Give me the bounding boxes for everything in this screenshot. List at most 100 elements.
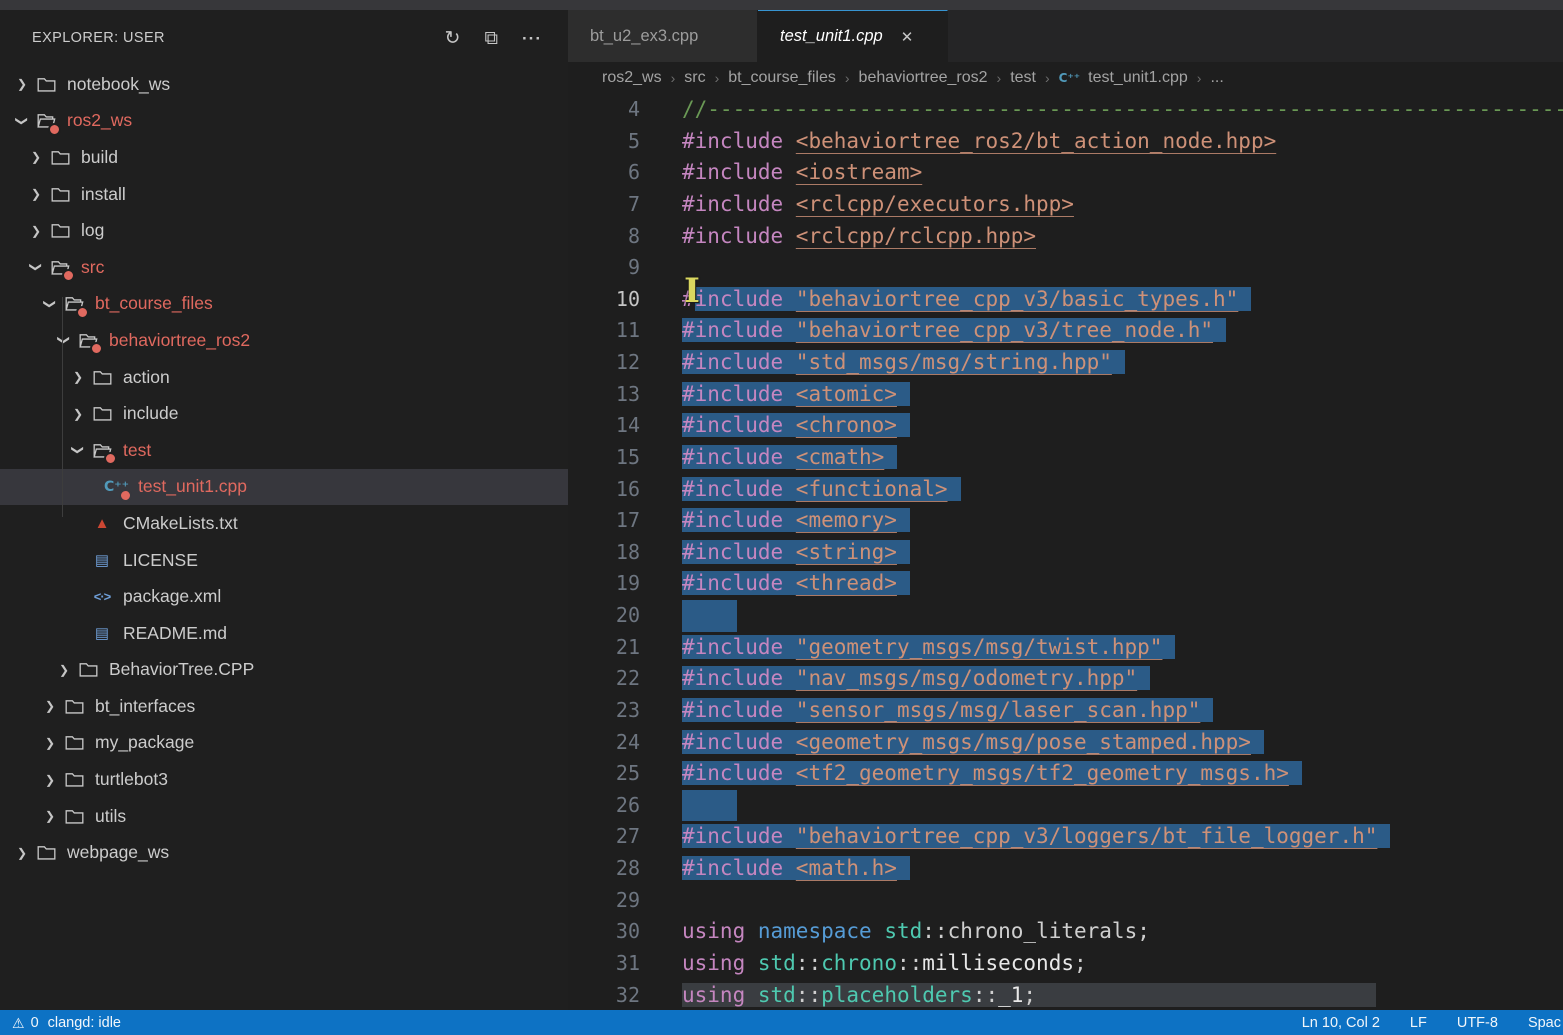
code-line-30[interactable]: 30using namespace std::chrono_literals; <box>568 916 1563 948</box>
status-item-lf[interactable]: LF <box>1410 1015 1427 1031</box>
code-line-9[interactable]: 9 <box>568 252 1563 284</box>
chevron-down-icon[interactable]: ❯ <box>71 442 85 458</box>
chevron-right-icon[interactable]: ❯ <box>42 773 58 787</box>
token: #include <box>682 192 796 216</box>
code-line-7[interactable]: 7#include <rclcpp/executors.hpp> <box>568 189 1563 221</box>
code-line-6[interactable]: 6#include <iostream> <box>568 157 1563 189</box>
chevron-right-icon[interactable]: ❯ <box>42 736 58 750</box>
code-line-26[interactable]: 26 <box>568 790 1563 822</box>
tree-item-action[interactable]: ❯action <box>0 359 568 396</box>
modified-badge <box>119 489 132 502</box>
code-text: #include "std_msgs/msg/string.hpp" <box>640 347 1125 379</box>
tree-item-include[interactable]: ❯include <box>0 395 568 432</box>
tree-item-notebook-ws[interactable]: ❯notebook_ws <box>0 66 568 103</box>
chevron-right-icon[interactable]: ❯ <box>14 846 30 860</box>
chevron-right-icon[interactable]: ❯ <box>56 663 72 677</box>
tree-item-test-unit1-cpp[interactable]: C⁺⁺test_unit1.cpp <box>0 469 568 506</box>
code-text: #include <memory> <box>640 505 910 537</box>
code-line-24[interactable]: 24#include <geometry_msgs/msg/pose_stamp… <box>568 727 1563 759</box>
breadcrumb-item-ros2-ws[interactable]: ros2_ws <box>602 69 662 87</box>
chevron-right-icon[interactable]: ❯ <box>42 699 58 713</box>
tab-test-unit1-cpp[interactable]: test_unit1.cpp✕ <box>758 10 948 62</box>
code-line-18[interactable]: 18#include <string> <box>568 537 1563 569</box>
refresh-icon[interactable]: ↻ <box>445 29 461 48</box>
code-line-15[interactable]: 15#include <cmath> <box>568 442 1563 474</box>
code-text: #include <behaviortree_ros2/bt_action_no… <box>640 126 1276 158</box>
tree-item-my-package[interactable]: ❯my_package <box>0 725 568 762</box>
code-line-31[interactable]: 31using std::chrono::milliseconds; <box>568 948 1563 980</box>
code-line-20[interactable]: 20 <box>568 600 1563 632</box>
ellipsis-icon[interactable]: ··· <box>522 30 542 47</box>
chevron-right-icon[interactable]: ❯ <box>28 224 44 238</box>
tree-item-package-xml[interactable]: <·>package.xml <box>0 578 568 615</box>
collapse-all-icon[interactable]: ⧉ <box>484 29 498 48</box>
code-line-27[interactable]: 27#include "behaviortree_cpp_v3/loggers/… <box>568 821 1563 853</box>
code-line-17[interactable]: 17#include <memory> <box>568 505 1563 537</box>
code-line-22[interactable]: 22#include "nav_msgs/msg/odometry.hpp" <box>568 663 1563 695</box>
chevron-right-icon[interactable]: ❯ <box>42 809 58 823</box>
breadcrumb-item--[interactable]: ... <box>1210 69 1223 87</box>
code-line-10[interactable]: 10#include "behaviortree_cpp_v3/basic_ty… <box>568 284 1563 316</box>
tree-item-readme-md[interactable]: ▤README.md <box>0 615 568 652</box>
code-lines[interactable]: 4//-------------------------------------… <box>568 94 1563 1010</box>
editor-group: bt_u2_ex3.cpptest_unit1.cpp✕ ros2_ws›src… <box>568 10 1563 1010</box>
status-item-ln-10-col-2[interactable]: Ln 10, Col 2 <box>1302 1015 1380 1031</box>
close-icon[interactable]: ✕ <box>901 28 914 46</box>
tree-item-webpage-ws[interactable]: ❯webpage_ws <box>0 834 568 871</box>
code-line-13[interactable]: 13#include <atomic> <box>568 379 1563 411</box>
code-line-28[interactable]: 28#include <math.h> <box>568 853 1563 885</box>
status-item-utf-8[interactable]: UTF-8 <box>1457 1015 1498 1031</box>
tree-item-install[interactable]: ❯install <box>0 176 568 213</box>
chevron-right-icon[interactable]: ❯ <box>70 370 86 384</box>
token <box>745 919 758 943</box>
code-line-29[interactable]: 29 <box>568 885 1563 917</box>
tree-item-ros2-ws[interactable]: ❯ros2_ws <box>0 103 568 140</box>
code-line-16[interactable]: 16#include <functional> <box>568 474 1563 506</box>
cpp-file-icon: C⁺⁺ <box>104 476 129 498</box>
tree-item-bt-interfaces[interactable]: ❯bt_interfaces <box>0 688 568 725</box>
status-item-spac[interactable]: Spac <box>1528 1015 1561 1031</box>
code-line-11[interactable]: 11#include "behaviortree_cpp_v3/tree_nod… <box>568 315 1563 347</box>
token: <thread> <box>796 571 897 595</box>
tree-item-bt-course-files[interactable]: ❯bt_course_files <box>0 286 568 323</box>
code-line-14[interactable]: 14#include <chrono> <box>568 410 1563 442</box>
tree-item-license[interactable]: ▤LICENSE <box>0 542 568 579</box>
tree-item-behaviortree-ros2[interactable]: ❯behaviortree_ros2 <box>0 322 568 359</box>
code-line-23[interactable]: 23#include "sensor_msgs/msg/laser_scan.h… <box>568 695 1563 727</box>
tree-item-test[interactable]: ❯test <box>0 432 568 469</box>
tree-item-build[interactable]: ❯build <box>0 139 568 176</box>
tab-bt-u2-ex3-cpp[interactable]: bt_u2_ex3.cpp <box>568 10 758 62</box>
breadcrumb-item-src[interactable]: src <box>684 69 705 87</box>
tree-item-behaviortree-cpp[interactable]: ❯BehaviorTree.CPP <box>0 652 568 689</box>
tree-item-utils[interactable]: ❯utils <box>0 798 568 835</box>
chevron-right-icon[interactable]: ❯ <box>28 150 44 164</box>
selection-highlight <box>682 790 737 822</box>
code-line-4[interactable]: 4//-------------------------------------… <box>568 94 1563 126</box>
chevron-right-icon[interactable]: ❯ <box>28 187 44 201</box>
tree-item-log[interactable]: ❯log <box>0 212 568 249</box>
chevron-down-icon[interactable]: ❯ <box>15 113 29 129</box>
code-line-5[interactable]: 5#include <behaviortree_ros2/bt_action_n… <box>568 126 1563 158</box>
tree-item-cmakelists-txt[interactable]: ▲CMakeLists.txt <box>0 505 568 542</box>
breadcrumb-item-bt-course-files[interactable]: bt_course_files <box>728 69 836 87</box>
selection-highlight: #include "nav_msgs/msg/odometry.hpp" <box>682 666 1150 690</box>
chevron-right-icon[interactable]: ❯ <box>14 77 30 91</box>
chevron-down-icon[interactable]: ❯ <box>57 332 71 348</box>
code-line-12[interactable]: 12#include "std_msgs/msg/string.hpp" <box>568 347 1563 379</box>
code-line-19[interactable]: 19#include <thread> <box>568 568 1563 600</box>
code-line-25[interactable]: 25#include <tf2_geometry_msgs/tf2_geomet… <box>568 758 1563 790</box>
status-item-0[interactable]: ⚠0 <box>12 1015 39 1031</box>
chevron-right-icon[interactable]: ❯ <box>70 407 86 421</box>
chevron-down-icon[interactable]: ❯ <box>29 259 43 275</box>
breadcrumb-item-test[interactable]: test <box>1010 69 1036 87</box>
chevron-down-icon[interactable]: ❯ <box>43 296 57 312</box>
status-item-clangd-idle[interactable]: clangd: idle <box>48 1015 121 1031</box>
tree-item-turtlebot3[interactable]: ❯turtlebot3 <box>0 761 568 798</box>
tree-item-src[interactable]: ❯src <box>0 249 568 286</box>
code-line-32[interactable]: 32using std::placeholders::_1; <box>568 980 1563 1011</box>
code-line-21[interactable]: 21#include "geometry_msgs/msg/twist.hpp" <box>568 632 1563 664</box>
code-line-8[interactable]: 8#include <rclcpp/rclcpp.hpp> <box>568 221 1563 253</box>
breadcrumb-item-behaviortree-ros2[interactable]: behaviortree_ros2 <box>859 69 988 87</box>
line-number: 5 <box>568 126 640 158</box>
breadcrumb-item-test-unit1-cpp[interactable]: C⁺⁺test_unit1.cpp <box>1059 69 1188 87</box>
